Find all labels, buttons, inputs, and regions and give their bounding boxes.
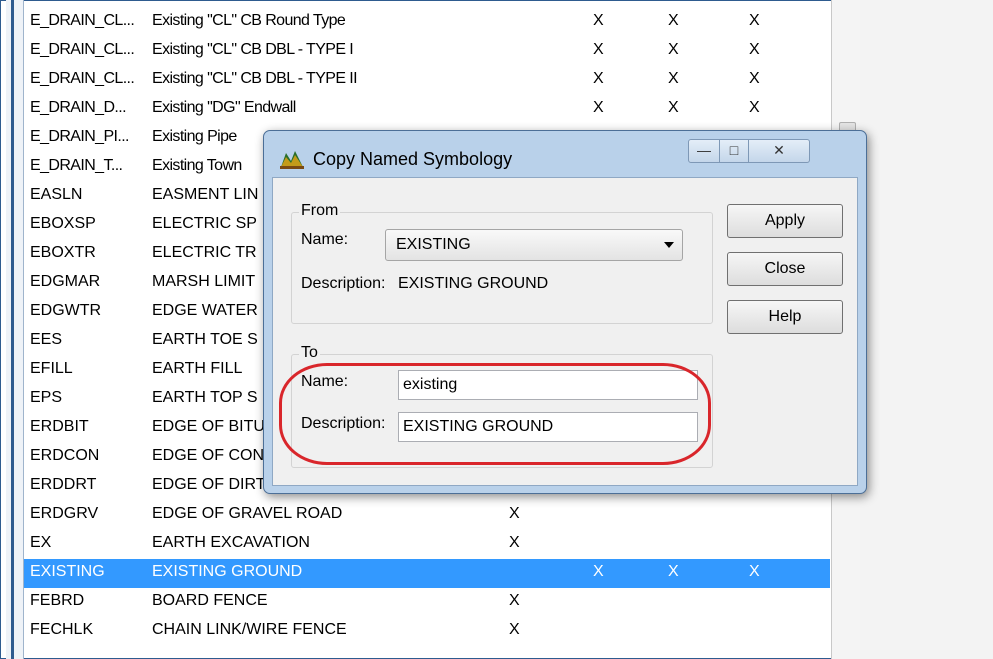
cell-desc: EARTH EXCAVATION bbox=[152, 534, 310, 551]
table-row[interactable]: ERDGRV EDGE OF GRAVEL ROAD X bbox=[24, 501, 830, 530]
cell-x1: X bbox=[509, 534, 520, 551]
cell-code: EDGWTR bbox=[30, 302, 102, 319]
apply-button[interactable]: Apply bbox=[727, 204, 843, 238]
cell-code: ERDBIT bbox=[30, 418, 89, 435]
cell-desc: ELECTRIC TR bbox=[152, 244, 257, 261]
gutter-rule bbox=[11, 0, 14, 659]
from-name-dropdown[interactable]: EXISTING bbox=[385, 229, 683, 261]
cell-code: EASLN bbox=[30, 186, 83, 203]
dialog-title: Copy Named Symbology bbox=[313, 149, 513, 169]
cell-desc: EDGE WATER bbox=[152, 302, 258, 319]
minimize-button[interactable]: — bbox=[688, 139, 720, 163]
table-row[interactable]: E_DRAIN_CL... Existing "CL" CB Round Type… bbox=[24, 8, 830, 37]
cell-code: EX bbox=[30, 534, 52, 551]
cell-code: FEBRD bbox=[30, 592, 85, 609]
highlight-annotation bbox=[279, 363, 711, 465]
from-name-label: Name: bbox=[301, 231, 349, 248]
cell-code: EPS bbox=[30, 389, 63, 406]
cell-x3: X bbox=[668, 563, 679, 580]
cell-x1: X bbox=[509, 621, 520, 638]
close-button[interactable]: ✕ bbox=[748, 139, 810, 163]
from-description-value: EXISTING GROUND bbox=[398, 275, 549, 292]
cell-desc: Existing "CL" CB DBL - TYPE I bbox=[152, 41, 354, 58]
cell-code: EES bbox=[30, 331, 63, 348]
cell-x1: X bbox=[509, 505, 520, 522]
close-icon: ✕ bbox=[773, 142, 785, 158]
cell-code: ERDCON bbox=[30, 447, 100, 464]
cell-desc: MARSH LIMIT bbox=[152, 273, 256, 290]
right-pane bbox=[860, 0, 993, 659]
help-button[interactable]: Help bbox=[727, 300, 843, 334]
table-row-selected[interactable]: EXISTING EXISTING GROUND X X X bbox=[24, 559, 830, 588]
cell-x2: X bbox=[593, 41, 604, 58]
from-group-label: From bbox=[299, 202, 341, 220]
cell-desc: EDGE OF GRAVEL ROAD bbox=[152, 505, 343, 522]
close-dialog-button[interactable]: Close bbox=[727, 252, 843, 286]
chevron-down-icon bbox=[664, 242, 674, 248]
cell-desc: Existing Town bbox=[152, 157, 242, 174]
cell-desc: BOARD FENCE bbox=[152, 592, 268, 609]
cell-desc: Existing "CL" CB DBL - TYPE II bbox=[152, 70, 358, 87]
maximize-icon: □ bbox=[729, 142, 739, 158]
cell-desc: Existing Pipe bbox=[152, 128, 237, 145]
table-row[interactable]: FEBRD BOARD FENCE X bbox=[24, 588, 830, 617]
cell-desc: Existing "DG" Endwall bbox=[152, 99, 296, 116]
cell-code: E_DRAIN_PI... bbox=[30, 128, 130, 145]
close-button-label: Close bbox=[764, 260, 806, 277]
cell-x2: X bbox=[593, 563, 604, 580]
cell-code: ERDGRV bbox=[30, 505, 99, 522]
cell-x2: X bbox=[593, 12, 604, 29]
table-row[interactable]: E_DRAIN_D... Existing "DG" Endwall X X X bbox=[24, 95, 830, 124]
cell-x4: X bbox=[749, 12, 760, 29]
from-description-label: Description: bbox=[301, 275, 386, 292]
cell-x4: X bbox=[749, 41, 760, 58]
apply-button-label: Apply bbox=[764, 212, 806, 229]
cell-desc: CHAIN LINK/WIRE FENCE bbox=[152, 621, 347, 638]
cell-code: EDGMAR bbox=[30, 273, 101, 290]
minimize-icon: — bbox=[697, 142, 711, 158]
from-name-value: EXISTING bbox=[396, 236, 471, 253]
cell-x2: X bbox=[593, 99, 604, 116]
cell-code: EFILL bbox=[30, 360, 73, 377]
cell-desc: EDGE OF CON bbox=[152, 447, 265, 464]
cell-code: E_DRAIN_T... bbox=[30, 157, 123, 174]
cell-code: E_DRAIN_D... bbox=[30, 99, 127, 116]
cell-desc: ELECTRIC SP bbox=[152, 215, 257, 232]
cell-code: E_DRAIN_CL... bbox=[30, 70, 135, 87]
window-buttons: — □ ✕ bbox=[688, 139, 850, 163]
cell-code: EBOXSP bbox=[30, 215, 96, 232]
cell-desc: EDGE OF BITU bbox=[152, 418, 265, 435]
cell-desc: EASMENT LIN bbox=[152, 186, 259, 203]
left-gutter bbox=[6, 0, 24, 659]
cell-x3: X bbox=[668, 12, 679, 29]
cell-x3: X bbox=[668, 99, 679, 116]
cell-code: E_DRAIN_CL... bbox=[30, 12, 135, 29]
cell-x2: X bbox=[593, 70, 604, 87]
cell-desc: EARTH TOE S bbox=[152, 331, 258, 348]
cell-x4: X bbox=[749, 563, 760, 580]
maximize-button[interactable]: □ bbox=[719, 139, 749, 163]
cell-desc: EARTH FILL bbox=[152, 360, 243, 377]
cell-code: EBOXTR bbox=[30, 244, 96, 261]
table-row[interactable]: E_DRAIN_CL... Existing "CL" CB DBL - TYPE… bbox=[24, 66, 830, 95]
cell-desc: EARTH TOP S bbox=[152, 389, 258, 406]
app-icon bbox=[280, 151, 304, 169]
cell-x4: X bbox=[749, 70, 760, 87]
help-button-label: Help bbox=[768, 308, 802, 325]
cell-x1: X bbox=[509, 592, 520, 609]
table-row[interactable]: E_DRAIN_CL... Existing "CL" CB DBL - TYPE… bbox=[24, 37, 830, 66]
cell-code: ERDDRT bbox=[30, 476, 97, 493]
cell-x4: X bbox=[749, 99, 760, 116]
table-row[interactable]: EX EARTH EXCAVATION X bbox=[24, 530, 830, 559]
cell-desc: Existing "CL" CB Round Type bbox=[152, 12, 346, 29]
cell-x3: X bbox=[668, 41, 679, 58]
cell-desc: EXISTING GROUND bbox=[152, 563, 303, 580]
to-group-label: To bbox=[299, 344, 320, 362]
cell-code: E_DRAIN_CL... bbox=[30, 41, 135, 58]
cell-code: EXISTING bbox=[30, 563, 105, 580]
cell-code: FECHLK bbox=[30, 621, 94, 638]
table-row[interactable]: FECHLK CHAIN LINK/WIRE FENCE X bbox=[24, 617, 830, 646]
cell-x3: X bbox=[668, 70, 679, 87]
